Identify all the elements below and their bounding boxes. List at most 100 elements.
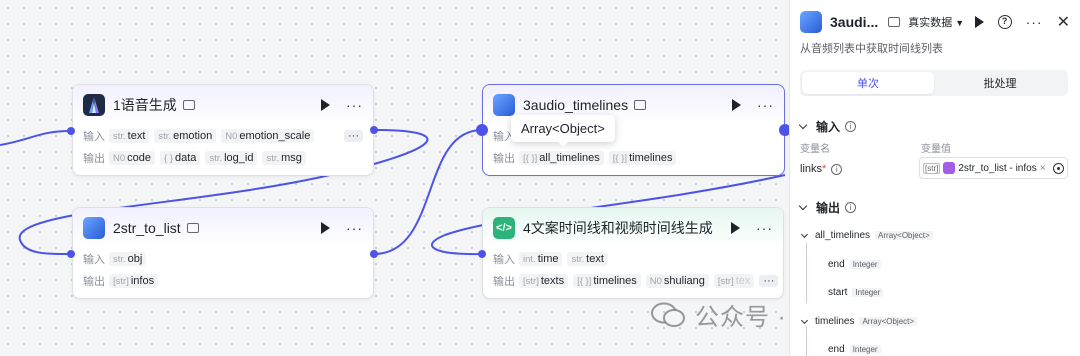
input-label: 输入 <box>83 131 105 143</box>
output-param-tex: [str] tex <box>713 274 755 288</box>
col-variable-value: 变量值 <box>921 144 951 155</box>
node-outputs-row: 输出 [str] infos <box>73 270 373 292</box>
input-param-emotion: str. emotion <box>154 129 217 143</box>
output-timelines: timelines Array<Object> <box>800 316 918 327</box>
node-inputs-row: 输入 int. time str. text <box>483 248 783 270</box>
plugin-cube-icon <box>83 217 105 239</box>
plugin-tag-icon <box>888 17 901 27</box>
panel-header: 3audi... 真实数据 ▼ ? ··· ✕ <box>800 10 1070 34</box>
node-inputs-row: 输入 str. text str. emotion N0 emotion_scale … <box>73 125 373 147</box>
info-icon: i <box>845 121 857 132</box>
output-param-code: N0 code <box>109 151 156 165</box>
input-param-emotion-scale: N0 emotion_scale <box>221 129 315 143</box>
output-param-log-id: str. log_id <box>205 151 258 165</box>
node-outputs-row: 输出 [str] texts [{ }] timelines N0 shuliang … <box>483 270 783 292</box>
node-2-str-to-list[interactable]: 2str_to_list ··· 输入 str. obj 输出 [str] info… <box>72 207 374 299</box>
output-label: 输出 <box>493 153 515 165</box>
wechat-icon <box>651 302 685 328</box>
run-mode-tabs: 单次 批处理 <box>800 70 1068 96</box>
node-4-timeline-generation[interactable]: </> 4文案时间线和视频时间线生成 ··· 输入 int. time str. t… <box>482 207 784 299</box>
input-label: 输入 <box>83 254 105 266</box>
edge-incoming-node1 <box>0 130 71 146</box>
param-reference: 2str_to_list - infos <box>958 162 1037 174</box>
plugin-cube-icon <box>800 11 822 33</box>
tree-line <box>806 243 807 303</box>
edge-node2-to-node3 <box>373 129 483 255</box>
chevron-down-icon <box>798 201 808 211</box>
plugin-cube-icon <box>493 94 515 116</box>
more-options-icon[interactable]: ··· <box>346 97 363 113</box>
output-param-msg: str. msg <box>262 151 306 165</box>
node3-input-port[interactable] <box>476 124 488 136</box>
data-mode-dropdown[interactable]: 真实数据 ▼ <box>908 14 964 30</box>
close-icon[interactable]: ✕ <box>1057 12 1070 32</box>
node-ref-icon <box>943 162 956 174</box>
more-options-icon[interactable]: ··· <box>1026 14 1043 30</box>
more-options-icon[interactable]: ··· <box>757 97 774 113</box>
input-param-obj: str. obj <box>109 252 147 266</box>
code-icon: </> <box>493 217 515 239</box>
param-links-label: links * i <box>800 163 843 175</box>
info-icon: i <box>845 202 857 213</box>
output-param-texts: [str] texts <box>519 274 569 288</box>
node1-output-port[interactable] <box>370 126 378 134</box>
node-outputs-row: 输出 [{ }] all_timelines [{ }] timelines <box>483 147 784 169</box>
input-param-text: str. text <box>567 252 608 266</box>
output-param-timelines: [{ }] timelines <box>573 274 641 288</box>
output-param-data: { } data <box>160 151 201 165</box>
input-param-text: str. text <box>109 129 150 143</box>
chevron-down-icon[interactable] <box>800 230 809 238</box>
more-options-icon[interactable]: ··· <box>756 220 773 236</box>
col-variable-name: 变量名 <box>800 144 830 155</box>
clear-icon[interactable]: × <box>1040 163 1046 174</box>
node-header: </> 4文案时间线和视频时间线生成 ··· <box>483 208 783 248</box>
more-options-icon[interactable]: ··· <box>346 220 363 236</box>
run-button[interactable] <box>974 16 984 28</box>
run-node-button[interactable] <box>731 222 740 234</box>
more-params-button[interactable]: ··· <box>344 130 363 142</box>
param-links-value[interactable]: [str] 2str_to_list - infos × <box>919 157 1068 179</box>
node2-output-port[interactable] <box>370 250 378 258</box>
output-all-timelines: all_timelines Array<Object> <box>800 230 933 241</box>
run-node-button[interactable] <box>321 222 330 234</box>
output-end: end Integer <box>828 259 881 270</box>
plugin-tag-icon <box>186 223 199 233</box>
type-badge: [str] <box>923 162 941 174</box>
help-icon[interactable]: ? <box>997 15 1012 29</box>
node2-input-port[interactable] <box>67 250 75 258</box>
output-param-timelines: [{ }] timelines <box>608 151 677 165</box>
output-section-header[interactable]: 输出 i <box>798 199 857 216</box>
tab-batch[interactable]: 批处理 <box>934 72 1066 94</box>
node-title: 1语音生成 <box>113 97 177 113</box>
tab-single[interactable]: 单次 <box>802 72 934 94</box>
panel-description: 从音频列表中获取时间线列表 <box>800 43 943 55</box>
run-node-button[interactable] <box>732 99 741 111</box>
input-label: 输入 <box>493 254 515 266</box>
tree-line <box>806 327 807 356</box>
node4-input-port[interactable] <box>478 250 486 258</box>
node1-input-port[interactable] <box>67 127 75 135</box>
node-detail-panel: 3audi... 真实数据 ▼ ? ··· ✕ 从音频列表中获取时间线列表 单次 … <box>789 0 1080 356</box>
output-param-all-timelines: [{ }] all_timelines <box>519 151 604 165</box>
input-section-header[interactable]: 输入 i <box>798 118 857 135</box>
type-tooltip: Array<Object> <box>511 115 615 147</box>
node-outputs-row: 输出 N0 code { } data str. log_id str. msg <box>73 147 373 169</box>
voice-waveform-icon <box>83 94 105 116</box>
output-param-shuliang: N0 shuliang <box>645 274 709 288</box>
output-start: start Integer <box>828 287 884 298</box>
node-title: 2str_to_list <box>113 220 181 236</box>
output-end: end Integer <box>828 344 881 355</box>
run-node-button[interactable] <box>321 99 330 111</box>
plugin-tag-icon <box>634 100 647 110</box>
output-param-infos: [str] infos <box>109 274 159 288</box>
output-label: 输出 <box>83 153 105 165</box>
plugin-tag-icon <box>182 100 195 110</box>
input-param-time: int. time <box>519 252 563 266</box>
chevron-down-icon <box>798 120 808 130</box>
target-icon[interactable] <box>1053 162 1064 174</box>
node-1-speech-generation[interactable]: 1语音生成 ··· 输入 str. text str. emotion N0 emot… <box>72 84 374 176</box>
more-params-button[interactable]: ··· <box>759 275 779 287</box>
panel-title: 3audi... <box>830 14 879 30</box>
node-header: 2str_to_list ··· <box>73 208 373 248</box>
chevron-down-icon[interactable] <box>800 316 809 324</box>
